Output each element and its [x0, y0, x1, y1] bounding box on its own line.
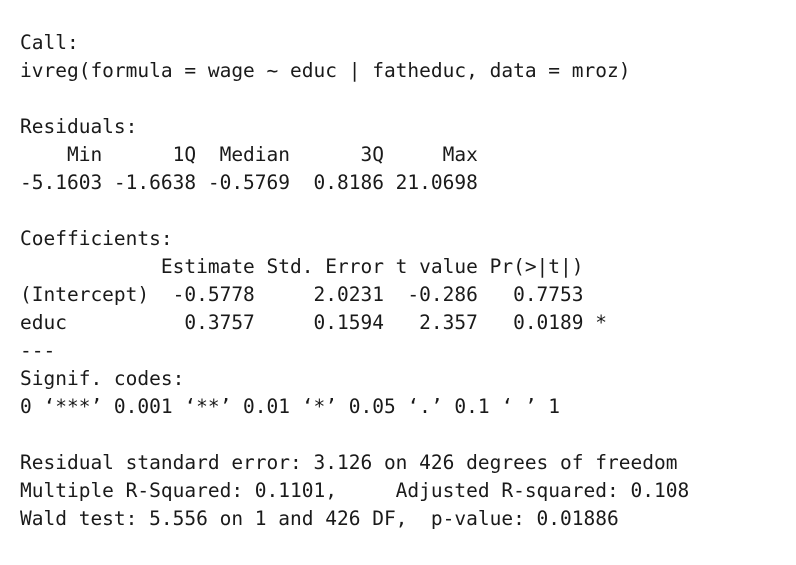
residual-standard-error: Residual standard error: 3.126 on 426 de…	[20, 451, 678, 474]
residuals-values: -5.1603 -1.6638 -0.5769 0.8186 21.0698	[20, 171, 490, 194]
coefficients-header: Coefficients:	[20, 227, 173, 250]
call-header: Call:	[20, 31, 79, 54]
coefficients-columns: Estimate Std. Error t value Pr(>|t|)	[20, 255, 607, 278]
r-squared-line: Multiple R-Squared: 0.1101, Adjusted R-s…	[20, 479, 701, 502]
wald-test-line: Wald test: 5.556 on 1 and 426 DF, p-valu…	[20, 507, 619, 530]
signif-codes: 0 ‘***’ 0.001 ‘**’ 0.01 ‘*’ 0.05 ‘.’ 0.1…	[20, 395, 561, 418]
r-console-output: Call: ivreg(formula = wage ~ educ | fath…	[20, 29, 780, 533]
coefficient-row-intercept: (Intercept) -0.5778 2.0231 -0.286 0.7753	[20, 283, 607, 306]
coefficient-row-educ: educ 0.3757 0.1594 2.357 0.0189 *	[20, 311, 607, 334]
signif-separator: ---	[20, 339, 56, 362]
residuals-labels: Min 1Q Median 3Q Max	[20, 143, 490, 166]
call-formula: ivreg(formula = wage ~ educ | fatheduc, …	[20, 59, 631, 82]
signif-header: Signif. codes:	[20, 367, 185, 390]
residuals-header: Residuals:	[20, 115, 138, 138]
